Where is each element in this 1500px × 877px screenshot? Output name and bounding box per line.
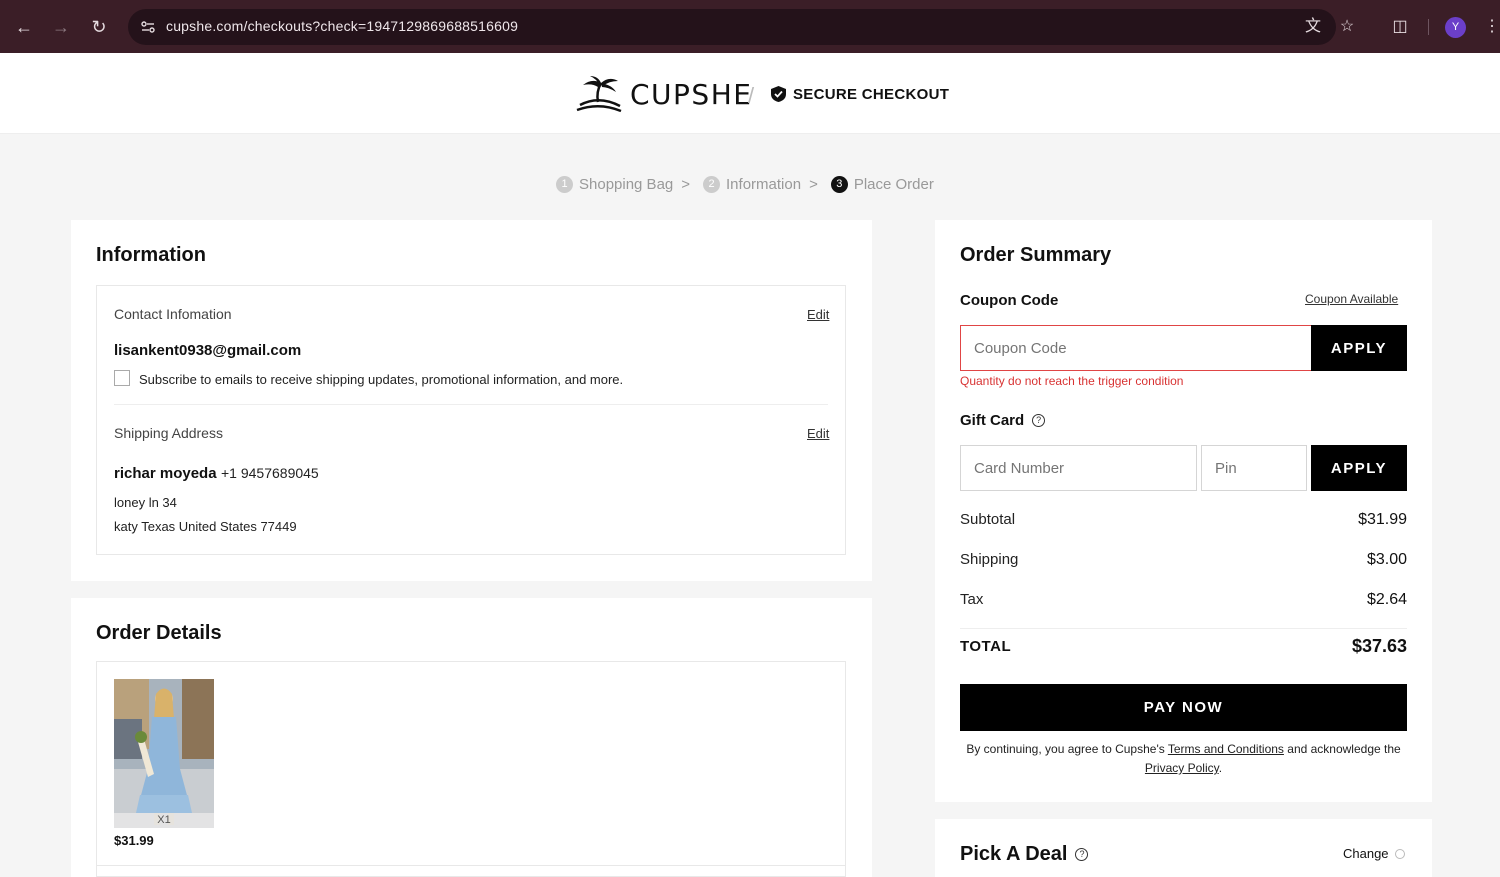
product-quantity: X1 bbox=[114, 813, 214, 828]
address-line-2: katy Texas United States 77449 bbox=[114, 519, 297, 534]
secure-checkout-badge: SECURE CHECKOUT bbox=[770, 85, 949, 103]
subscribe-label[interactable]: Subscribe to emails to receive shipping … bbox=[139, 372, 623, 387]
translate-icon[interactable]: 文 bbox=[1302, 16, 1324, 38]
coupon-code-input[interactable] bbox=[960, 325, 1312, 371]
step-label: Place Order bbox=[853, 176, 934, 193]
step-number: 1 bbox=[556, 176, 573, 193]
toolbar-divider bbox=[1428, 19, 1429, 35]
pin-input[interactable] bbox=[1201, 445, 1307, 491]
menu-kebab-icon[interactable]: ⋮ bbox=[1484, 16, 1500, 38]
help-question-icon[interactable]: ? bbox=[1075, 848, 1089, 861]
legal-mid: and acknowledge the bbox=[1287, 742, 1401, 756]
step-separator: > bbox=[681, 176, 691, 193]
cupshe-logo[interactable]: CUPSHE bbox=[574, 75, 752, 113]
change-deal-button[interactable]: Change bbox=[1343, 846, 1405, 861]
step-separator: > bbox=[809, 176, 818, 193]
header-divider: / bbox=[748, 83, 755, 108]
terms-link[interactable]: Terms and Conditions bbox=[1168, 742, 1284, 756]
profile-avatar[interactable]: Y bbox=[1445, 17, 1466, 38]
step-place-order: 3 Place Order bbox=[830, 176, 934, 193]
bookmark-star-icon[interactable]: ☆ bbox=[1336, 16, 1358, 38]
address-bar[interactable]: cupshe.com/checkouts?check=1947129869688… bbox=[128, 9, 1354, 45]
shipping-value: $3.00 bbox=[1366, 551, 1407, 568]
step-information[interactable]: 2 Information > bbox=[703, 176, 831, 193]
order-details-title: Order Details bbox=[96, 622, 222, 644]
site-header: CUPSHE / SECURE CHECKOUT bbox=[0, 53, 1500, 134]
product-price: $31.99 bbox=[114, 833, 154, 848]
palm-tree-logo-icon bbox=[576, 76, 622, 113]
step-label: Shopping Bag bbox=[579, 176, 674, 193]
reload-icon[interactable]: ↻ bbox=[88, 16, 110, 38]
pay-now-button[interactable]: PAY NOW bbox=[960, 684, 1407, 731]
order-summary-title: Order Summary bbox=[960, 244, 1112, 266]
edit-shipping-link[interactable]: Edit bbox=[807, 426, 829, 441]
step-label: Information bbox=[726, 176, 802, 193]
gift-card-label: Gift Card bbox=[960, 412, 1025, 429]
recipient-name: richar moyeda bbox=[114, 465, 217, 482]
url-text[interactable]: cupshe.com/checkouts?check=1947129869688… bbox=[166, 18, 518, 34]
summary-divider bbox=[960, 628, 1407, 629]
pick-a-deal-header: Pick A Deal ? bbox=[960, 843, 1089, 866]
apply-gift-card-button[interactable]: APPLY bbox=[1311, 445, 1407, 491]
change-label: Change bbox=[1343, 846, 1389, 861]
subtotal-label: Subtotal bbox=[960, 511, 1016, 528]
checkout-steps: 1 Shopping Bag > 2 Information > 3 Place… bbox=[556, 176, 934, 193]
order-item-divider bbox=[96, 865, 846, 866]
contact-email: lisankent0938@gmail.com bbox=[114, 342, 302, 359]
apply-coupon-button[interactable]: APPLY bbox=[1311, 325, 1407, 371]
gift-card-header: Gift Card ? bbox=[960, 412, 1046, 429]
privacy-policy-link[interactable]: Privacy Policy bbox=[1145, 761, 1219, 775]
help-question-icon[interactable]: ? bbox=[1032, 414, 1046, 427]
coupon-error-message: Quantity do not reach the trigger condit… bbox=[960, 374, 1184, 388]
total-value: $37.63 bbox=[1351, 636, 1407, 656]
coupon-code-label: Coupon Code bbox=[960, 292, 1059, 309]
pick-a-deal-title: Pick A Deal bbox=[960, 843, 1068, 865]
browser-toolbar: ← → ↻ cupshe.com/checkouts?check=1947129… bbox=[0, 0, 1500, 53]
subscribe-checkbox[interactable] bbox=[114, 370, 130, 386]
brand-name: CUPSHE bbox=[630, 77, 753, 111]
tax-value: $2.64 bbox=[1366, 591, 1407, 608]
product-image[interactable] bbox=[114, 679, 214, 828]
address-line-1: loney ln 34 bbox=[114, 495, 177, 510]
step-number: 3 bbox=[830, 176, 848, 193]
total-label: TOTAL bbox=[960, 638, 1012, 655]
step-shopping-bag[interactable]: 1 Shopping Bag > bbox=[556, 176, 703, 193]
site-info-icon[interactable] bbox=[140, 19, 156, 35]
extensions-icon[interactable]: ◫ bbox=[1389, 16, 1411, 38]
coupon-available-link[interactable]: Coupon Available bbox=[1305, 292, 1398, 306]
shield-check-icon bbox=[771, 86, 786, 102]
shipping-label: Shipping bbox=[960, 551, 1019, 568]
shipping-address-label: Shipping Address bbox=[114, 425, 223, 441]
card-number-input[interactable] bbox=[960, 445, 1197, 491]
information-card bbox=[96, 285, 846, 555]
info-divider bbox=[114, 404, 828, 405]
back-arrow-icon[interactable]: ← bbox=[13, 16, 35, 38]
information-title: Information bbox=[96, 244, 206, 266]
forward-arrow-icon[interactable]: → bbox=[50, 16, 72, 38]
subtotal-value: $31.99 bbox=[1358, 511, 1407, 528]
legal-notice: By continuing, you agree to Cupshe's Ter… bbox=[960, 740, 1407, 778]
recipient-phone: +1 9457689045 bbox=[221, 465, 319, 481]
radio-circle-icon bbox=[1394, 848, 1405, 859]
legal-prefix: By continuing, you agree to Cupshe's bbox=[966, 742, 1165, 756]
step-number: 2 bbox=[703, 176, 721, 193]
contact-info-label: Contact Infomation bbox=[114, 306, 232, 322]
tax-label: Tax bbox=[960, 591, 984, 608]
legal-suffix: . bbox=[1218, 761, 1223, 775]
secure-checkout-label: SECURE CHECKOUT bbox=[793, 85, 950, 103]
edit-contact-link[interactable]: Edit bbox=[807, 307, 829, 322]
